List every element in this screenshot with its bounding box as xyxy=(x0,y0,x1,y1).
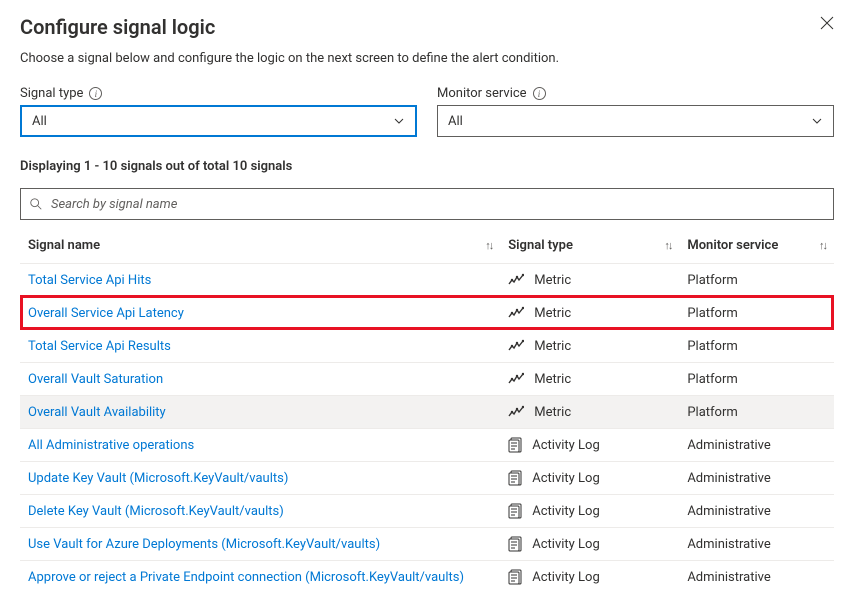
signal-name-link[interactable]: Update Key Vault (Microsoft.KeyVault/vau… xyxy=(28,471,288,486)
signal-name-link[interactable]: Overall Service Api Latency xyxy=(28,306,184,321)
signal-type-label: Signal type i xyxy=(20,86,417,101)
monitor-service-value: All xyxy=(448,114,463,129)
monitor-service-text: Platform xyxy=(679,264,834,297)
chevron-down-icon xyxy=(811,115,823,127)
monitor-service-text: Administrative xyxy=(679,561,834,594)
close-icon[interactable] xyxy=(820,15,834,34)
monitor-service-text: Administrative xyxy=(679,495,834,528)
page-title: Configure signal logic xyxy=(20,15,215,39)
signal-type-text: Metric xyxy=(534,306,571,321)
metric-icon xyxy=(508,273,524,287)
signal-type-text: Activity Log xyxy=(532,504,600,519)
metric-icon xyxy=(508,306,524,320)
activity-log-icon xyxy=(508,536,522,552)
signal-type-text: Metric xyxy=(534,372,571,387)
activity-log-icon xyxy=(508,503,522,519)
search-icon xyxy=(29,197,43,211)
search-box[interactable] xyxy=(20,188,834,220)
signal-type-label-text: Signal type xyxy=(20,86,83,101)
sort-icon: ↑↓ xyxy=(664,239,671,252)
col-header-type[interactable]: Signal type ↑↓ xyxy=(500,228,679,264)
col-header-service[interactable]: Monitor service ↑↓ xyxy=(679,228,834,264)
monitor-service-text: Administrative xyxy=(679,462,834,495)
chevron-down-icon xyxy=(393,115,405,127)
signal-name-link[interactable]: Delete Key Vault (Microsoft.KeyVault/vau… xyxy=(28,504,284,519)
sort-icon: ↑↓ xyxy=(819,239,826,252)
info-icon[interactable]: i xyxy=(89,87,102,100)
signal-name-link[interactable]: Overall Vault Availability xyxy=(28,405,166,420)
signal-type-text: Metric xyxy=(534,339,571,354)
table-row[interactable]: All Administrative operations Activity Lo… xyxy=(20,429,834,462)
signal-name-link[interactable]: All Administrative operations xyxy=(28,438,194,453)
metric-icon xyxy=(508,372,524,386)
signals-table: Signal name ↑↓ Signal type ↑↓ Monitor se… xyxy=(20,228,834,594)
signal-type-text: Metric xyxy=(534,405,571,420)
metric-icon xyxy=(508,339,524,353)
monitor-service-text: Administrative xyxy=(679,528,834,561)
monitor-service-select[interactable]: All xyxy=(437,105,834,137)
monitor-service-text: Platform xyxy=(679,330,834,363)
signal-name-link[interactable]: Overall Vault Saturation xyxy=(28,372,163,387)
table-row[interactable]: Overall Vault Saturation Metric Platform xyxy=(20,363,834,396)
search-input[interactable] xyxy=(49,196,825,213)
table-row[interactable]: Overall Vault Availability Metric Platform xyxy=(20,396,834,429)
sort-icon: ↑↓ xyxy=(485,239,492,252)
monitor-service-label: Monitor service i xyxy=(437,86,834,101)
monitor-service-text: Platform xyxy=(679,396,834,429)
info-icon[interactable]: i xyxy=(533,87,546,100)
signal-type-text: Activity Log xyxy=(532,537,600,552)
table-row[interactable]: Use Vault for Azure Deployments (Microso… xyxy=(20,528,834,561)
monitor-service-label-text: Monitor service xyxy=(437,86,527,101)
signal-type-text: Activity Log xyxy=(532,438,600,453)
signal-type-select[interactable]: All xyxy=(20,105,417,137)
signal-type-text: Metric xyxy=(534,273,571,288)
signal-type-text: Activity Log xyxy=(532,471,600,486)
table-row[interactable]: Approve or reject a Private Endpoint con… xyxy=(20,561,834,594)
table-row[interactable]: Total Service Api Results Metric Platform xyxy=(20,330,834,363)
signal-name-link[interactable]: Total Service Api Hits xyxy=(28,273,151,288)
monitor-service-text: Platform xyxy=(679,363,834,396)
table-row[interactable]: Update Key Vault (Microsoft.KeyVault/vau… xyxy=(20,462,834,495)
monitor-service-text: Administrative xyxy=(679,429,834,462)
signal-type-text: Activity Log xyxy=(532,570,600,585)
table-row[interactable]: Delete Key Vault (Microsoft.KeyVault/vau… xyxy=(20,495,834,528)
signal-name-link[interactable]: Use Vault for Azure Deployments (Microso… xyxy=(28,537,380,552)
activity-log-icon xyxy=(508,470,522,486)
table-row[interactable]: Overall Service Api Latency Metric Platfor… xyxy=(20,297,834,330)
signal-name-link[interactable]: Approve or reject a Private Endpoint con… xyxy=(28,570,464,585)
monitor-service-text: Platform xyxy=(679,297,834,330)
signal-type-value: All xyxy=(32,114,47,129)
page-subtitle: Choose a signal below and configure the … xyxy=(20,51,834,66)
activity-log-icon xyxy=(508,569,522,585)
table-row[interactable]: Total Service Api Hits Metric Platform xyxy=(20,264,834,297)
metric-icon xyxy=(508,405,524,419)
signal-name-link[interactable]: Total Service Api Results xyxy=(28,339,171,354)
col-header-name[interactable]: Signal name ↑↓ xyxy=(20,228,500,264)
activity-log-icon xyxy=(508,437,522,453)
results-count: Displaying 1 - 10 signals out of total 1… xyxy=(20,159,834,174)
